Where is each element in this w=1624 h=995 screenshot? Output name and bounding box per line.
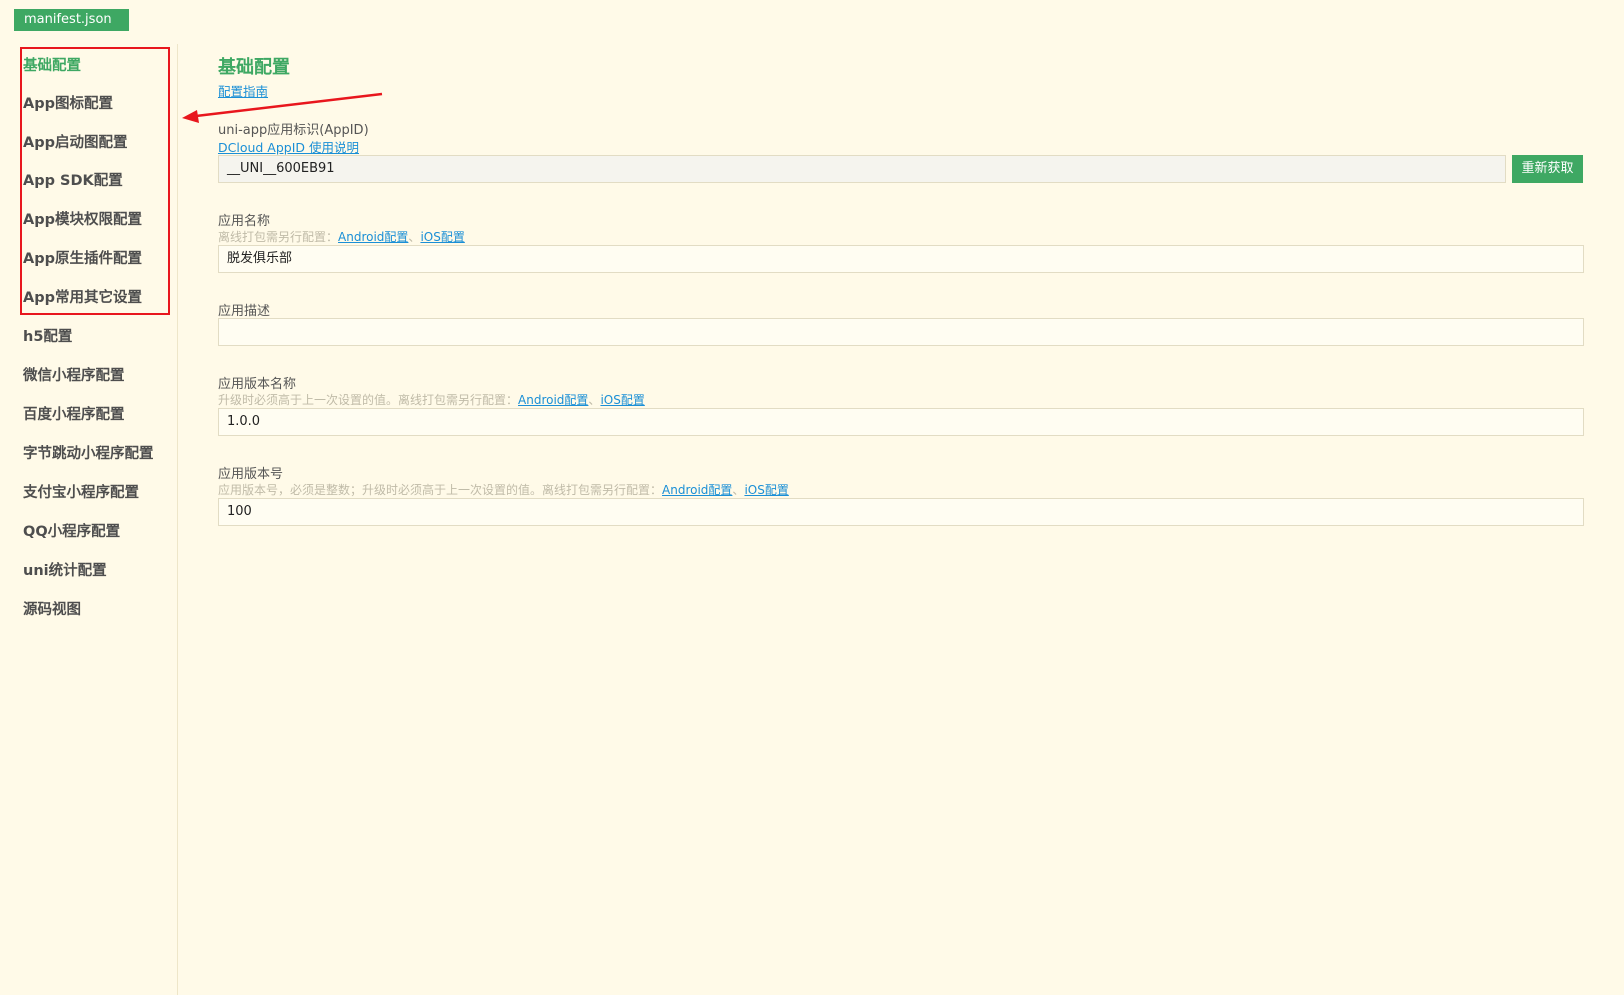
version-name-link-separator: 、 [588, 393, 601, 407]
sidebar-item-h5-config[interactable]: h5配置 [23, 325, 72, 346]
app-name-hint: 离线打包需另行配置：Android配置、iOS配置 [218, 228, 465, 245]
appid-help-link[interactable]: DCloud AppID 使用说明 [218, 137, 359, 156]
app-name-label: 应用名称 [218, 214, 271, 229]
sidebar-item-wechat-miniprogram-config[interactable]: 微信小程序配置 [23, 364, 125, 385]
main-panel: 基础配置 配置指南 uni-app应用标识(AppID) DCloud AppI… [218, 0, 1588, 995]
manifest-editor: manifest.json 基础配置 App图标配置 App启动图配置 App … [0, 0, 1624, 995]
version-code-hint-text: 应用版本号，必须是整数；升级时必须高于上一次设置的值。离线打包需另行配置： [218, 483, 663, 497]
sidebar-item-alipay-miniprogram-config[interactable]: 支付宝小程序配置 [23, 481, 139, 502]
sidebar-item-qq-miniprogram-config[interactable]: QQ小程序配置 [23, 520, 120, 541]
sidebar-item-source-view[interactable]: 源码视图 [23, 598, 81, 619]
app-name-ios-link[interactable]: iOS配置 [420, 230, 464, 244]
version-name-hint-text: 升级时必须高于上一次设置的值。离线打包需另行配置： [218, 393, 519, 407]
app-desc-label: 应用描述 [218, 304, 271, 319]
appid-label: uni-app应用标识(AppID) [218, 123, 369, 138]
version-name-ios-link[interactable]: iOS配置 [600, 393, 644, 407]
app-desc-field[interactable] [218, 318, 1584, 346]
version-code-field[interactable]: 100 [218, 498, 1584, 526]
version-name-label: 应用版本名称 [218, 377, 297, 392]
app-name-android-link[interactable]: Android配置 [338, 230, 408, 244]
sidebar-item-uni-stat-config[interactable]: uni统计配置 [23, 559, 107, 580]
version-name-hint: 升级时必须高于上一次设置的值。离线打包需另行配置：Android配置、iOS配置 [218, 391, 645, 408]
version-name-android-link[interactable]: Android配置 [518, 393, 588, 407]
version-code-link-separator: 、 [732, 483, 745, 497]
sidebar-item-bytedance-miniprogram-config[interactable]: 字节跳动小程序配置 [23, 442, 154, 463]
config-guide-link[interactable]: 配置指南 [218, 81, 268, 100]
version-code-ios-link[interactable]: iOS配置 [744, 483, 788, 497]
page-title: 基础配置 [218, 57, 290, 78]
version-name-field[interactable]: 1.0.0 [218, 408, 1584, 436]
app-name-link-separator: 、 [408, 230, 421, 244]
version-code-hint: 应用版本号，必须是整数；升级时必须高于上一次设置的值。离线打包需另行配置：And… [218, 481, 789, 498]
sidebar-item-baidu-miniprogram-config[interactable]: 百度小程序配置 [23, 403, 125, 424]
appid-field[interactable]: __UNI__600EB91 [218, 155, 1506, 183]
app-name-field[interactable]: 脱发俱乐部 [218, 245, 1584, 273]
refresh-appid-button[interactable]: 重新获取 [1512, 155, 1583, 183]
version-code-android-link[interactable]: Android配置 [662, 483, 732, 497]
app-name-hint-text: 离线打包需另行配置： [218, 230, 339, 244]
version-code-label: 应用版本号 [218, 467, 284, 482]
